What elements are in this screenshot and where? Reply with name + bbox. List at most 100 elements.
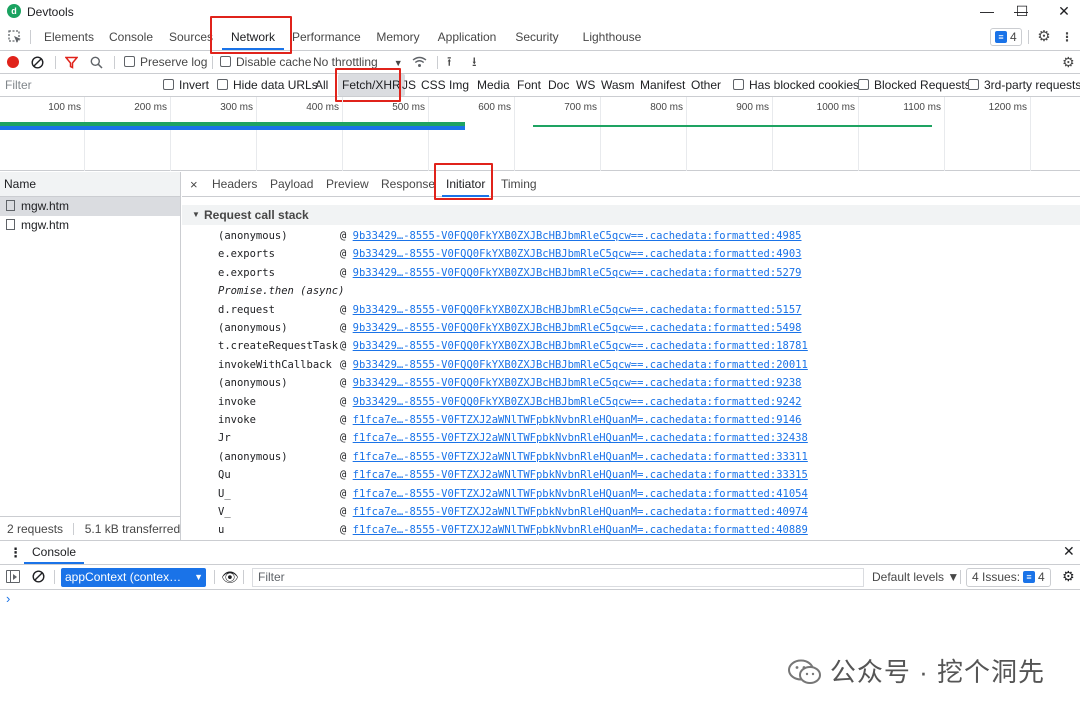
hide-data-urls-label: Hide data URLs [233, 78, 318, 92]
divider [1028, 30, 1029, 44]
console-toolbar: appContext (contex… ▼ 👁 Filter Default l… [0, 565, 1080, 590]
search-icon[interactable] [90, 51, 104, 73]
source-link[interactable]: f1fca7e…-8555-V0FTZXJ2aWNlTWFpbkNvbnRleH… [353, 469, 808, 481]
source-link[interactable]: 9b33429…-8555-V0FQQ0FkYXB0ZXJBcHBJbmRleC… [353, 304, 802, 316]
stack-frame-function: d.request [218, 304, 275, 316]
type-filter-css[interactable]: CSS [421, 74, 446, 96]
request-row[interactable]: mgw.htm [0, 216, 180, 235]
column-header-name[interactable]: Name [0, 172, 180, 197]
close-drawer-icon[interactable]: ✕ [1063, 543, 1075, 560]
hide-data-urls-checkbox[interactable]: Hide data URLs [217, 74, 318, 96]
source-link[interactable]: 9b33429…-8555-V0FQQ0FkYXB0ZXJBcHBJbmRleC… [353, 396, 802, 408]
call-stack-title: Request call stack [204, 208, 309, 222]
issues-counter[interactable]: ≡ 4 [990, 28, 1022, 46]
source-link[interactable]: 9b33429…-8555-V0FQQ0FkYXB0ZXJBcHBJbmRleC… [353, 322, 802, 334]
type-filter-fetch-xhr[interactable]: Fetch/XHR [338, 74, 405, 96]
network-settings-gear-icon[interactable]: ⚙ [1062, 51, 1076, 73]
request-call-stack-header[interactable]: ▼ Request call stack [182, 205, 1080, 225]
tab-headers[interactable]: Headers [212, 172, 257, 197]
source-link[interactable]: 9b33429…-8555-V0FQQ0FkYXB0ZXJBcHBJbmRleC… [353, 267, 802, 279]
tab-elements[interactable]: Elements [40, 24, 98, 50]
disable-cache-checkbox[interactable]: Disable cache [220, 51, 311, 73]
source-link[interactable]: 9b33429…-8555-V0FQQ0FkYXB0ZXJBcHBJbmRleC… [353, 377, 802, 389]
filter-input[interactable]: Filter [5, 74, 150, 96]
source-link[interactable]: 9b33429…-8555-V0FQQ0FkYXB0ZXJBcHBJbmRleC… [353, 230, 802, 242]
clear-icon[interactable] [31, 51, 45, 73]
tab-memory[interactable]: Memory [372, 24, 424, 50]
source-link[interactable]: f1fca7e…-8555-V0FTZXJ2aWNlTWFpbkNvbnRleH… [353, 432, 808, 444]
type-filter-all[interactable]: All [315, 74, 328, 96]
type-filter-font[interactable]: Font [517, 74, 541, 96]
source-link[interactable]: f1fca7e…-8555-V0FTZXJ2aWNlTWFpbkNvbnRleH… [353, 414, 802, 426]
source-link[interactable]: f1fca7e…-8555-V0FTZXJ2aWNlTWFpbkNvbnRleH… [353, 524, 808, 536]
tab-console-drawer[interactable]: Console [24, 541, 85, 564]
type-filter-other[interactable]: Other [691, 74, 721, 96]
network-timeline-overview[interactable]: 100 ms 200 ms 300 ms 400 ms 500 ms 600 m… [0, 97, 1080, 171]
maximize-button[interactable]: ☐ [999, 0, 1045, 24]
tab-performance[interactable]: Performance [292, 24, 361, 50]
tab-application[interactable]: Application [436, 24, 498, 50]
more-options-icon[interactable]: ⋮ [1060, 24, 1074, 50]
record-icon[interactable] [7, 56, 19, 68]
console-prompt[interactable]: › [6, 591, 10, 606]
source-link[interactable]: f1fca7e…-8555-V0FTZXJ2aWNlTWFpbkNvbnRleH… [353, 451, 808, 463]
type-filter-media[interactable]: Media [477, 74, 510, 96]
tab-payload[interactable]: Payload [270, 172, 313, 197]
request-details: × Headers Payload Preview Response Initi… [182, 163, 1080, 540]
settings-gear-icon[interactable]: ⚙ [1036, 24, 1052, 50]
log-levels-select[interactable]: Default levels ▼ [872, 565, 959, 589]
tab-console[interactable]: Console [104, 24, 158, 50]
source-link[interactable]: 9b33429…-8555-V0FQQ0FkYXB0ZXJBcHBJbmRleC… [353, 359, 808, 371]
type-filter-js[interactable]: JS [402, 74, 416, 96]
request-row[interactable]: mgw.htm [0, 197, 180, 216]
console-settings-gear-icon[interactable]: ⚙ [1062, 568, 1075, 585]
export-har-icon[interactable]: ⭳ [472, 51, 484, 73]
source-link[interactable]: f1fca7e…-8555-V0FTZXJ2aWNlTWFpbkNvbnRleH… [353, 506, 808, 518]
source-link[interactable]: f1fca7e…-8555-V0FTZXJ2aWNlTWFpbkNvbnRleH… [353, 488, 808, 500]
type-filter-ws[interactable]: WS [576, 74, 595, 96]
type-filter-doc[interactable]: Doc [548, 74, 569, 96]
tab-sources[interactable]: Sources [166, 24, 216, 50]
filter-bar: Filter Invert Hide data URLs All Fetch/X… [0, 74, 1080, 97]
live-expression-eye-icon[interactable]: 👁 [221, 569, 239, 586]
console-filter-input[interactable]: Filter [252, 568, 864, 587]
drawer-menu-icon[interactable]: ⋮ [9, 545, 22, 561]
close-details-icon[interactable]: × [190, 172, 198, 197]
at-symbol: @ [340, 506, 353, 518]
javascript-context-select[interactable]: appContext (contex… ▼ [61, 568, 206, 587]
blocked-requests-checkbox[interactable]: Blocked Requests [858, 74, 971, 96]
tab-security[interactable]: Security [512, 24, 562, 50]
type-filter-wasm[interactable]: Wasm [601, 74, 635, 96]
expand-triangle-icon: ▼ [192, 210, 200, 219]
request-name: mgw.htm [21, 199, 70, 213]
import-har-icon[interactable]: ⭱ [447, 51, 459, 73]
grid-line [514, 97, 515, 171]
tab-lighthouse[interactable]: Lighthouse [580, 24, 644, 50]
show-sidebar-icon[interactable] [6, 570, 20, 583]
tab-preview[interactable]: Preview [326, 172, 369, 197]
filter-funnel-icon[interactable] [64, 51, 79, 73]
preserve-log-checkbox[interactable]: Preserve log [124, 51, 207, 73]
tab-initiator[interactable]: Initiator [442, 172, 490, 197]
throttling-select[interactable]: No throttling ▼ [313, 51, 403, 73]
has-blocked-cookies-checkbox[interactable]: Has blocked cookies [733, 74, 859, 96]
tab-timing[interactable]: Timing [501, 172, 537, 197]
source-link[interactable]: 9b33429…-8555-V0FQQ0FkYXB0ZXJBcHBJbmRleC… [353, 340, 808, 352]
inspect-element-icon[interactable] [6, 24, 24, 50]
at-symbol: @ [340, 377, 353, 389]
at-symbol: @ [340, 248, 353, 260]
close-window-button[interactable]: ✕ [1041, 0, 1080, 24]
stack-frame-location: @ f1fca7e…-8555-V0FTZXJ2aWNlTWFpbkNvbnRl… [340, 503, 808, 521]
clear-console-icon[interactable] [32, 570, 45, 586]
type-filter-manifest[interactable]: Manifest [640, 74, 685, 96]
tab-response[interactable]: Response [381, 172, 435, 197]
source-link[interactable]: 9b33429…-8555-V0FQQ0FkYXB0ZXJBcHBJbmRleC… [353, 248, 802, 260]
third-party-checkbox[interactable]: 3rd-party requests [968, 74, 1080, 96]
watermark-text: 公众号 · 挖个洞先 [829, 657, 1045, 687]
tick-label: 600 ms [478, 102, 511, 113]
type-filter-img[interactable]: Img [449, 74, 469, 96]
console-issues-button[interactable]: 4 Issues: ≡ 4 [966, 568, 1051, 587]
network-conditions-wifi-icon[interactable] [412, 51, 428, 73]
tab-network[interactable]: Network [222, 24, 284, 50]
invert-checkbox[interactable]: Invert [163, 74, 209, 96]
